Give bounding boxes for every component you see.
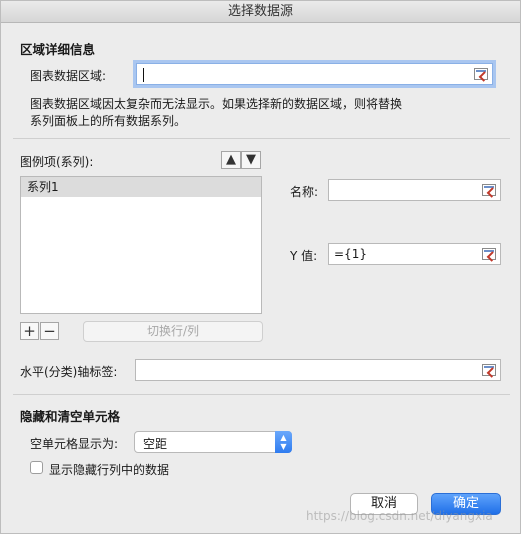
range-picker-icon[interactable] <box>482 184 496 196</box>
y-values-value: ={1} <box>334 247 367 261</box>
series-name-field[interactable] <box>328 179 501 201</box>
range-picker-icon[interactable] <box>482 364 496 376</box>
switch-row-column-button[interactable]: 切换行/列 <box>83 321 263 342</box>
watermark: https://blog.csdn.net/diyangxia <box>306 509 493 523</box>
range-picker-icon[interactable] <box>474 68 488 80</box>
arrow-up-icon: ▲ <box>226 152 236 167</box>
series-list-item[interactable]: 系列1 <box>21 177 261 197</box>
empty-cells-select[interactable]: 空距 ▲ ▼ <box>134 431 292 453</box>
empty-cells-label: 空单元格显示为: <box>30 437 119 451</box>
dialog-title: 选择数据源 <box>1 1 520 23</box>
text-caret <box>143 68 144 82</box>
move-up-button[interactable]: ▲ <box>221 151 241 169</box>
select-stepper-icon: ▲ ▼ <box>275 431 292 453</box>
axis-labels-label: 水平(分类)轴标签: <box>20 365 118 379</box>
section-divider <box>13 394 510 395</box>
show-hidden-checkbox[interactable] <box>30 461 43 474</box>
remove-series-button[interactable]: − <box>40 322 59 340</box>
arrow-down-icon: ▼ <box>246 152 256 167</box>
legend-entries-label: 图例项(系列): <box>20 155 94 169</box>
range-note-line-2: 系列面板上的所有数据系列。 <box>30 114 187 128</box>
series-list[interactable]: 系列1 <box>20 176 262 314</box>
section-divider <box>13 138 510 139</box>
chart-range-label: 图表数据区域: <box>30 69 107 83</box>
range-note-line-1: 图表数据区域因太复杂而无法显示。如果选择新的数据区域，则将替换 <box>30 97 403 111</box>
y-values-field[interactable]: ={1} <box>328 243 501 265</box>
move-down-button[interactable]: ▼ <box>241 151 261 169</box>
series-name-label: 名称: <box>290 185 319 199</box>
select-data-source-dialog: 选择数据源 区域详细信息 图表数据区域: 图表数据区域因太复杂而无法显示。如果选… <box>0 0 521 534</box>
y-values-label: Y 值: <box>290 249 318 263</box>
axis-labels-field[interactable] <box>135 359 501 381</box>
section-title-hidden-empty: 隐藏和清空单元格 <box>20 409 121 424</box>
range-picker-icon[interactable] <box>482 248 496 260</box>
chart-range-field[interactable] <box>136 63 493 85</box>
add-series-button[interactable]: + <box>20 322 39 340</box>
section-title-range-details: 区域详细信息 <box>20 42 96 57</box>
empty-cells-selected: 空距 <box>143 437 168 451</box>
show-hidden-label[interactable]: 显示隐藏行列中的数据 <box>49 461 169 478</box>
